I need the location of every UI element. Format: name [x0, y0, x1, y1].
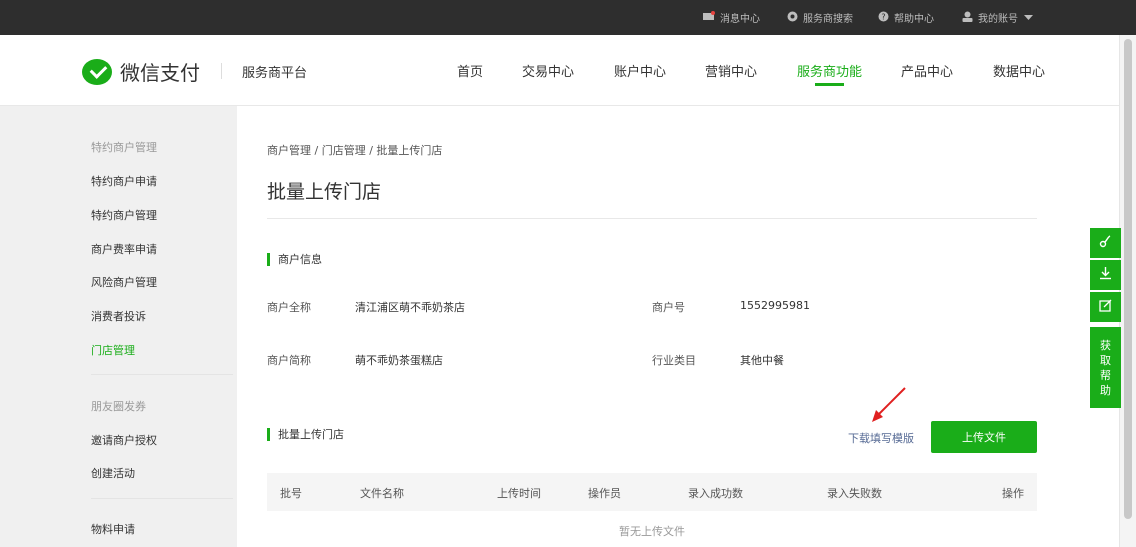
sidebar-item-store-management[interactable]: 门店管理	[91, 342, 135, 358]
sidebar-item-invite-authorization[interactable]: 邀请商户授权	[91, 432, 157, 448]
sidebar-item-merchant-manage[interactable]: 特约商户管理	[91, 207, 157, 223]
help-char: 取	[1100, 353, 1111, 367]
help-center-label: 帮助中心	[894, 14, 934, 25]
nav-product-center[interactable]: 产品中心	[901, 61, 953, 80]
upload-file-button[interactable]: 上传文件	[931, 421, 1037, 453]
annotation-arrow	[872, 387, 906, 422]
breadcrumb: 商户管理 / 门店管理 / 批量上传门店	[267, 144, 443, 157]
edit-icon	[1099, 299, 1112, 316]
column-actions: 操作	[1002, 487, 1024, 500]
column-success-count: 录入成功数	[688, 487, 743, 500]
column-upload-time: 上传时间	[497, 487, 541, 500]
column-failure-count: 录入失败数	[827, 487, 882, 500]
merchant-full-name-value: 清江浦区萌不乖奶茶店	[355, 301, 465, 314]
top-bar: 消息中心 服务商搜索 ? 帮助中心 我的账号	[0, 0, 1136, 35]
sidebar-item-fee-rate-apply[interactable]: 商户费率申请	[91, 241, 157, 257]
sidebar-item-create-campaign[interactable]: 创建活动	[91, 465, 135, 481]
wechat-pay-logo-icon	[82, 58, 112, 85]
column-batch-number: 批号	[280, 487, 302, 500]
sidebar-item-material-apply[interactable]: 物料申请	[91, 521, 135, 537]
sidebar: 特约商户管理 特约商户申请 特约商户管理 商户费率申请 风险商户管理 消费者投诉…	[0, 106, 233, 547]
page-title: 批量上传门店	[267, 181, 382, 203]
merchant-short-name-value: 萌不乖奶茶蛋糕店	[355, 354, 443, 367]
sidebar-divider	[91, 374, 233, 375]
my-account-menu[interactable]: 我的账号	[962, 0, 1033, 35]
help-center-link[interactable]: ? 帮助中心	[878, 0, 934, 35]
float-get-help-button[interactable]: 获 取 帮 助	[1090, 327, 1121, 408]
merchant-info-section-title: 商户信息	[267, 251, 322, 267]
main-content: 商户管理 / 门店管理 / 批量上传门店 批量上传门店 商户信息 商户全称 清江…	[237, 106, 1119, 547]
industry-category-label: 行业类目	[652, 354, 696, 367]
nav-home[interactable]: 首页	[457, 61, 483, 80]
float-link-button[interactable]	[1090, 228, 1121, 258]
logo-text: 微信支付	[120, 61, 200, 85]
provider-search-label: 服务商搜索	[803, 14, 853, 25]
title-divider	[267, 218, 1037, 219]
sidebar-group-merchant-management: 特约商户管理	[91, 141, 157, 154]
search-icon	[787, 11, 798, 25]
download-template-link[interactable]: 下载填写模版	[848, 430, 914, 446]
nav-transaction-center[interactable]: 交易中心	[522, 61, 574, 80]
help-char: 帮	[1100, 368, 1111, 382]
wechat-pay-logo[interactable]: 微信支付	[82, 57, 200, 86]
merchant-id-label: 商户号	[652, 301, 685, 314]
logo-divider	[221, 63, 222, 79]
section-marker	[267, 252, 270, 266]
merchant-id-value: 1552995981	[740, 299, 810, 312]
download-icon	[1099, 266, 1112, 284]
my-account-label: 我的账号	[978, 14, 1018, 25]
float-download-button[interactable]	[1090, 260, 1121, 290]
provider-search-link[interactable]: 服务商搜索	[787, 0, 853, 35]
help-char: 获	[1100, 338, 1111, 352]
nav-account-center[interactable]: 账户中心	[614, 61, 666, 80]
user-icon	[962, 11, 973, 25]
sidebar-item-merchant-apply[interactable]: 特约商户申请	[91, 173, 157, 189]
merchant-full-name-label: 商户全称	[267, 301, 311, 314]
link-icon	[1099, 234, 1113, 252]
column-operator: 操作员	[588, 487, 621, 500]
nav-marketing-center[interactable]: 营销中心	[705, 61, 757, 80]
page-scrollbar[interactable]	[1119, 35, 1136, 547]
sidebar-item-risk-merchant[interactable]: 风险商户管理	[91, 274, 157, 290]
get-help-label: 获 取 帮 助	[1100, 338, 1111, 398]
svg-text:?: ?	[881, 12, 885, 21]
message-center-link[interactable]: 消息中心	[703, 0, 760, 35]
chevron-down-icon	[1024, 12, 1033, 23]
column-file-name: 文件名称	[360, 487, 404, 500]
upload-table-header: 批号 文件名称 上传时间 操作员 录入成功数 录入失败数 操作	[267, 473, 1037, 511]
nav-data-center[interactable]: 数据中心	[993, 61, 1045, 80]
help-icon: ?	[878, 11, 889, 25]
merchant-info-title-text: 商户信息	[278, 253, 322, 266]
float-feedback-button[interactable]	[1090, 292, 1121, 322]
batch-upload-title-text: 批量上传门店	[278, 428, 344, 441]
merchant-short-name-label: 商户简称	[267, 354, 311, 367]
empty-table-message: 暂无上传文件	[619, 525, 685, 538]
message-icon	[703, 11, 715, 24]
active-nav-indicator	[815, 83, 844, 86]
help-char: 助	[1100, 383, 1111, 397]
nav-provider-functions[interactable]: 服务商功能	[797, 61, 862, 80]
sidebar-divider	[91, 498, 233, 499]
industry-category-value: 其他中餐	[740, 354, 784, 367]
section-marker	[267, 427, 270, 441]
main-header: 微信支付 服务商平台 首页 交易中心 账户中心 营销中心 服务商功能 产品中心 …	[0, 35, 1136, 106]
scrollbar-thumb[interactable]	[1124, 39, 1132, 519]
sidebar-group-moments-coupon: 朋友圈发券	[91, 400, 146, 413]
platform-name: 服务商平台	[242, 66, 308, 81]
message-center-label: 消息中心	[720, 14, 760, 25]
batch-upload-section-title: 批量上传门店	[267, 426, 344, 442]
sidebar-item-consumer-complaint[interactable]: 消费者投诉	[91, 308, 146, 324]
